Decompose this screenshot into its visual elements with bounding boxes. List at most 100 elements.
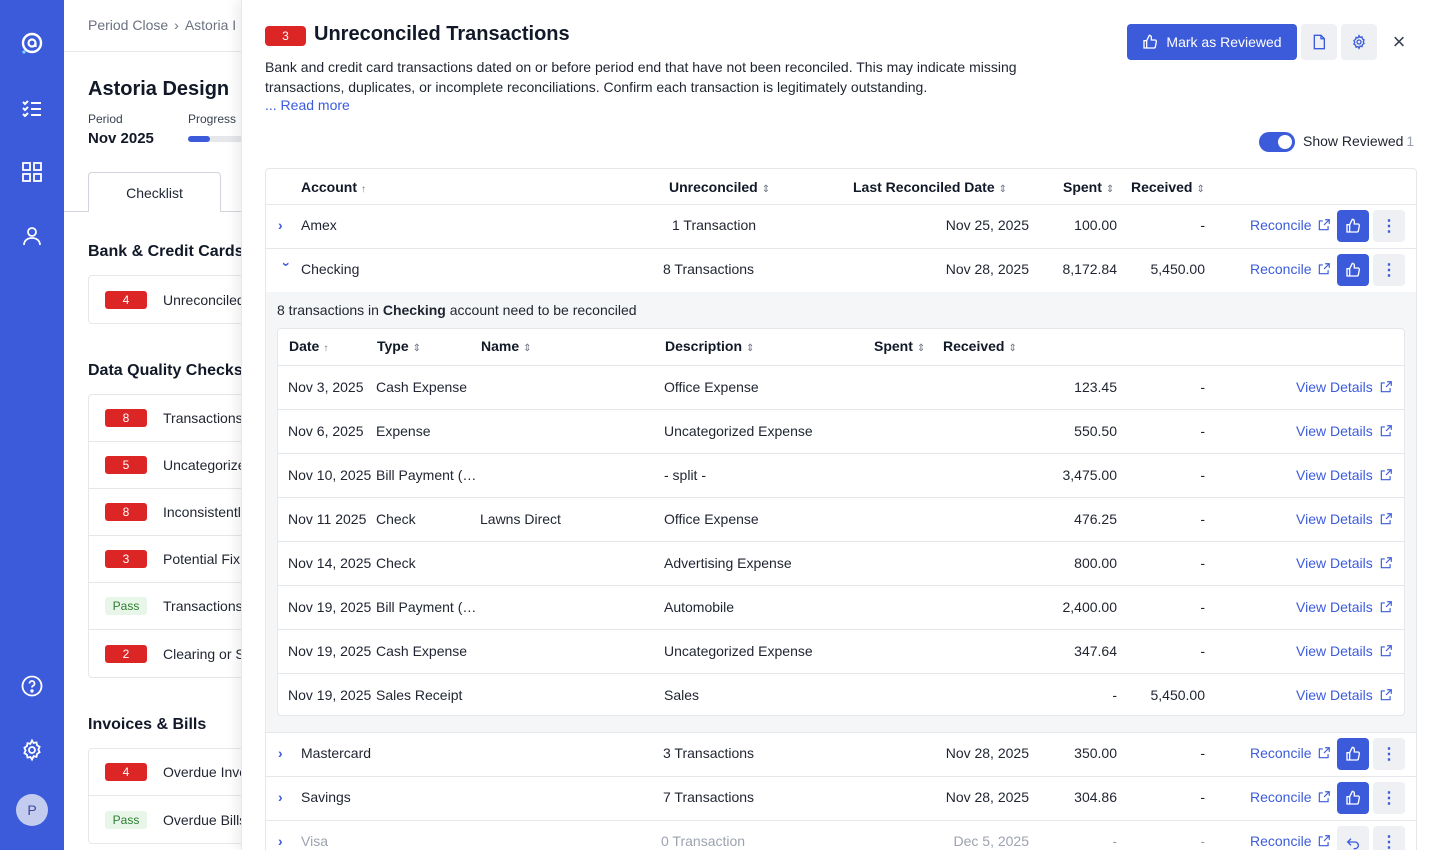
col-description[interactable]: Description ⇕ — [665, 338, 754, 354]
check-item[interactable]: 4 Overdue Invo — [89, 749, 242, 796]
table-row[interactable]: Nov 19, 2025 Sales Receipt Sales - 5,450.00 V… — [278, 673, 1404, 717]
avatar[interactable]: P — [16, 794, 48, 826]
table-row[interactable]: Nov 3, 2025 Cash Expense Office Expense 123… — [278, 365, 1404, 409]
chevron-right-icon[interactable]: › — [278, 745, 292, 761]
view-details-link[interactable]: View Details — [1296, 599, 1393, 615]
tab-checklist[interactable]: Checklist — [88, 172, 221, 212]
undo-button[interactable] — [1337, 826, 1369, 850]
gear-icon[interactable] — [19, 737, 45, 763]
reconcile-link[interactable]: Reconcile — [1250, 217, 1331, 233]
checklist-page: Period Close › Astoria I Astoria Design Pe… — [64, 0, 242, 850]
col-last-reconciled[interactable]: Last Reconciled Date ⇕ — [853, 179, 1007, 195]
col-unreconciled[interactable]: Unreconciled ⇕ — [669, 179, 770, 195]
view-details-label: View Details — [1296, 555, 1373, 571]
table-row[interactable]: › Visa 0 Transaction Dec 5, 2025 - - Rec… — [266, 820, 1416, 850]
logo-icon[interactable] — [19, 30, 45, 56]
reconcile-link[interactable]: Reconcile — [1250, 789, 1331, 805]
view-details-link[interactable]: View Details — [1296, 687, 1393, 703]
more-vertical-icon[interactable]: ⋮ — [1373, 826, 1405, 850]
settings-button[interactable] — [1341, 24, 1377, 60]
view-details-link[interactable]: View Details — [1296, 555, 1393, 571]
table-row[interactable]: Nov 14, 2025 Check Advertising Expense 800.… — [278, 541, 1404, 585]
check-item[interactable]: Pass Overdue Bills — [89, 796, 242, 843]
reconcile-label: Reconcile — [1250, 833, 1312, 849]
thumbs-up-button[interactable] — [1337, 254, 1369, 286]
col-spent[interactable]: Spent ⇕ — [1063, 179, 1114, 195]
chevron-down-icon[interactable]: › — [279, 262, 295, 276]
more-vertical-icon[interactable]: ⋮ — [1373, 210, 1405, 242]
sort-icon: ⇕ — [412, 343, 422, 354]
txn-type: Bill Payment (… — [376, 467, 477, 483]
checklist-icon[interactable] — [19, 95, 45, 121]
more-vertical-icon[interactable]: ⋮ — [1373, 738, 1405, 770]
view-details-link[interactable]: View Details — [1296, 643, 1393, 659]
reconcile-link[interactable]: Reconcile — [1250, 833, 1331, 849]
col-date[interactable]: Date ↑ — [289, 338, 328, 354]
col-sub-received[interactable]: Received ⇕ — [943, 338, 1017, 354]
reconcile-link[interactable]: Reconcile — [1250, 745, 1331, 761]
check-item-label: Unreconciled — [163, 291, 242, 308]
check-item-label: Clearing or S — [163, 645, 242, 662]
document-button[interactable] — [1301, 24, 1337, 60]
reconcile-link[interactable]: Reconcile — [1250, 261, 1331, 277]
table-row[interactable]: › Savings 7 Transactions Nov 28, 2025 30… — [266, 776, 1416, 820]
grid-icon[interactable] — [19, 159, 45, 185]
received-value: 5,450.00 — [1150, 261, 1206, 277]
external-link-icon — [1380, 425, 1392, 437]
col-account[interactable]: Account ↑ — [301, 179, 366, 195]
checking-expanded-area: 8 transactions in Checking account need … — [266, 292, 1416, 732]
chevron-right-icon[interactable]: › — [278, 789, 292, 805]
table-row[interactable]: Nov 11 2025 Check Lawns Direct Office Expen… — [278, 497, 1404, 541]
breadcrumb: Period Close › Astoria I — [88, 17, 236, 33]
thumbs-up-button[interactable] — [1337, 210, 1369, 242]
chevron-right-icon[interactable]: › — [278, 217, 292, 233]
close-icon[interactable]: × — [1387, 29, 1411, 54]
mark-reviewed-button[interactable]: Mark as Reviewed — [1127, 24, 1297, 60]
chevron-right-icon[interactable]: › — [278, 833, 292, 849]
more-vertical-icon[interactable]: ⋮ — [1373, 782, 1405, 814]
table-row[interactable]: › Mastercard 3 Transactions Nov 28, 2025… — [266, 732, 1416, 776]
view-details-link[interactable]: View Details — [1296, 511, 1393, 527]
check-item[interactable]: 8 Transactions — [89, 395, 242, 442]
last-reconciled-date: Nov 25, 2025 — [945, 217, 1029, 233]
table-row[interactable]: Nov 6, 2025 Expense Uncategorized Expense 5… — [278, 409, 1404, 453]
external-link-icon — [1380, 557, 1392, 569]
view-details-label: View Details — [1296, 423, 1373, 439]
col-sub-spent[interactable]: Spent ⇕ — [874, 338, 925, 354]
more-vertical-icon[interactable]: ⋮ — [1373, 254, 1405, 286]
table-row[interactable]: Nov 19, 2025 Bill Payment (… Automobile 2,4… — [278, 585, 1404, 629]
breadcrumb-period-close[interactable]: Period Close — [88, 17, 168, 33]
col-type[interactable]: Type ⇕ — [377, 338, 421, 354]
check-item[interactable]: 3 Potential Fix — [89, 536, 242, 583]
show-reviewed-toggle[interactable] — [1259, 132, 1295, 152]
view-details-link[interactable]: View Details — [1296, 467, 1393, 483]
check-item[interactable]: 5 Uncategorize — [89, 442, 242, 489]
view-details-link[interactable]: View Details — [1296, 423, 1393, 439]
check-item[interactable]: 4 Unreconciled — [89, 276, 242, 323]
note-account: Checking — [382, 302, 446, 318]
thumbs-up-button[interactable] — [1337, 782, 1369, 814]
thumbs-up-button[interactable] — [1337, 738, 1369, 770]
col-name[interactable]: Name ⇕ — [481, 338, 532, 354]
help-icon[interactable] — [19, 673, 45, 699]
check-item[interactable]: 8 Inconsistentl — [89, 489, 242, 536]
view-details-link[interactable]: View Details — [1296, 379, 1393, 395]
thumbs-up-icon — [1346, 218, 1361, 233]
col-received[interactable]: Received ⇕ — [1131, 179, 1205, 195]
table-row[interactable]: Nov 10, 2025 Bill Payment (… - split - 3,47… — [278, 453, 1404, 497]
invoices-card: 4 Overdue Invo Pass Overdue Bills — [88, 748, 242, 844]
read-more-link[interactable]: ... Read more — [265, 97, 350, 113]
user-icon[interactable] — [19, 223, 45, 249]
external-link-icon — [1380, 513, 1392, 525]
check-item[interactable]: 2 Clearing or S — [89, 630, 242, 677]
txn-date: Nov 19, 2025 — [288, 643, 372, 659]
check-item[interactable]: Pass Transactions — [89, 583, 242, 630]
external-link-icon — [1380, 689, 1392, 701]
table-row[interactable]: › Amex 1 Transaction Nov 25, 2025 100.00… — [266, 204, 1416, 248]
table-row[interactable]: › Checking 8 Transactions Nov 28, 2025 8… — [266, 248, 1416, 292]
table-row[interactable]: Nov 19, 2025 Cash Expense Uncategorized Ex… — [278, 629, 1404, 673]
txn-description: Office Expense — [664, 379, 759, 395]
txn-date: Nov 10, 2025 — [288, 467, 372, 483]
spent-value: 350.00 — [1074, 745, 1117, 761]
external-link-icon — [1319, 747, 1331, 759]
